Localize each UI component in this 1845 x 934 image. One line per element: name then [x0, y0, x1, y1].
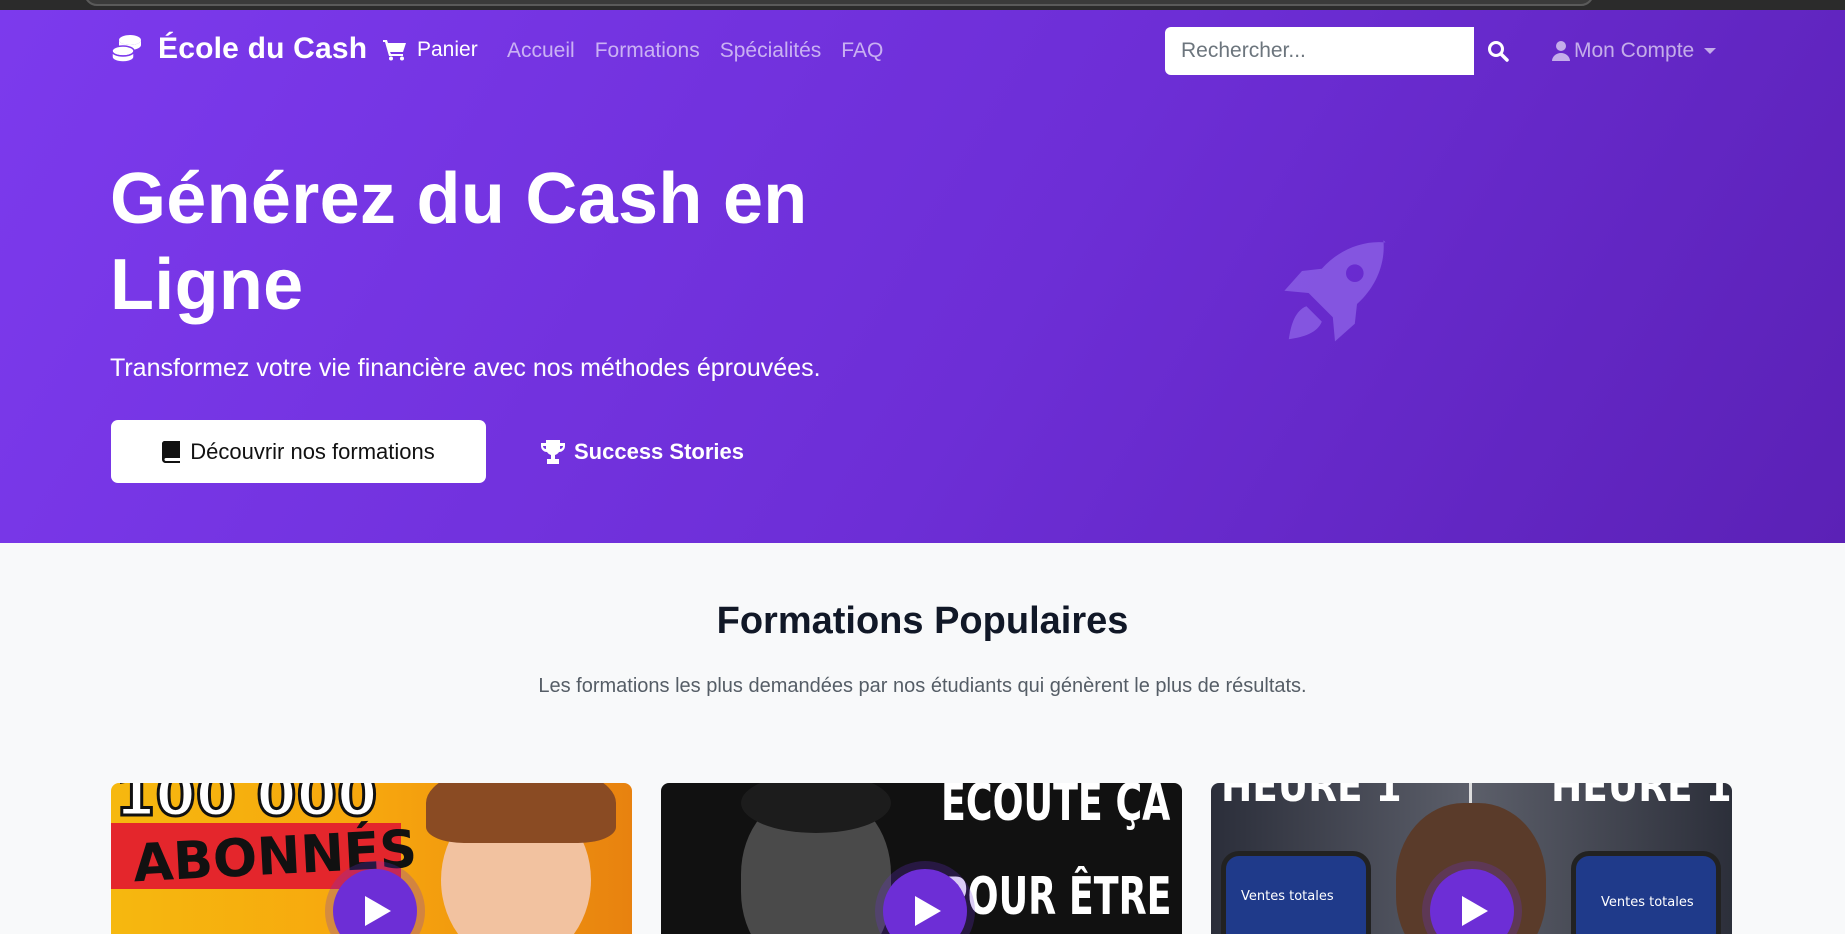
coins-icon [111, 35, 141, 63]
discover-formations-label: Découvrir nos formations [190, 438, 435, 464]
thumbnail-hair [426, 783, 616, 843]
hero-section: École du Cash Panier Accueil Formations … [0, 10, 1845, 543]
brand-link[interactable]: École du Cash [110, 32, 367, 66]
formation-card[interactable]: 100 000 ABONNÉS [111, 783, 632, 934]
browser-top-strip [0, 0, 1845, 10]
thumbnail-text: Ventes totales [1241, 889, 1334, 904]
popular-section-title: Formations Populaires [716, 600, 1129, 642]
search-button[interactable] [1474, 27, 1522, 75]
brand-name: École du Cash [158, 32, 368, 65]
hero-subtitle: Transformez votre vie financière avec no… [110, 354, 821, 382]
main-nav: Accueil Formations Spécialités FAQ [507, 39, 903, 63]
navbar: École du Cash Panier Accueil Formations … [0, 10, 1845, 92]
chevron-down-icon [1704, 48, 1717, 54]
nav-link-accueil[interactable]: Accueil [507, 39, 575, 63]
hero-title: Générez du Cash en Ligne [110, 156, 870, 328]
user-icon [1552, 41, 1570, 61]
thumbnail-text: POUR ÊTRE [941, 867, 1172, 927]
thumbnail-phone [1571, 851, 1721, 934]
discover-formations-button[interactable]: Découvrir nos formations [111, 420, 486, 483]
play-icon [364, 896, 391, 926]
hero-title-line2: Ligne [110, 245, 304, 325]
thumbnail-text: ÉCOUTE ÇA [941, 783, 1171, 833]
formation-card[interactable]: ÉCOUTE ÇA POUR ÊTRE [661, 783, 1182, 934]
thumbnail-text: HEURE 10 [1551, 783, 1732, 812]
popular-section-subtitle: Les formations les plus demandées par no… [538, 675, 1307, 697]
shopping-cart-icon [383, 40, 406, 61]
play-icon [914, 896, 941, 926]
thumbnail-text: HEURE 1 [1221, 783, 1402, 812]
book-icon [162, 440, 181, 463]
cart-link[interactable]: Panier [383, 38, 478, 62]
rocket-icon [1284, 240, 1386, 342]
search-icon [1488, 41, 1509, 62]
play-icon [1461, 896, 1488, 926]
success-stories-label: Success Stories [574, 438, 744, 464]
formation-card[interactable]: HEURE 1 HEURE 10 Ventes totales Ventes t… [1211, 783, 1732, 934]
cart-label: Panier [417, 38, 478, 61]
search-input[interactable] [1165, 27, 1474, 75]
nav-link-faq[interactable]: FAQ [841, 39, 883, 63]
account-label: Mon Compte [1574, 39, 1695, 62]
browser-tab-outline [84, 0, 1594, 6]
trophy-icon [541, 439, 565, 464]
hero-title-line1: Générez du Cash en [110, 159, 808, 239]
thumbnail-text: Ventes totales [1601, 895, 1694, 910]
nav-link-specialites[interactable]: Spécialités [720, 39, 822, 63]
nav-link-formations[interactable]: Formations [595, 39, 700, 63]
account-dropdown[interactable]: Mon Compte [1552, 39, 1717, 63]
success-stories-button[interactable]: Success Stories [540, 420, 744, 483]
